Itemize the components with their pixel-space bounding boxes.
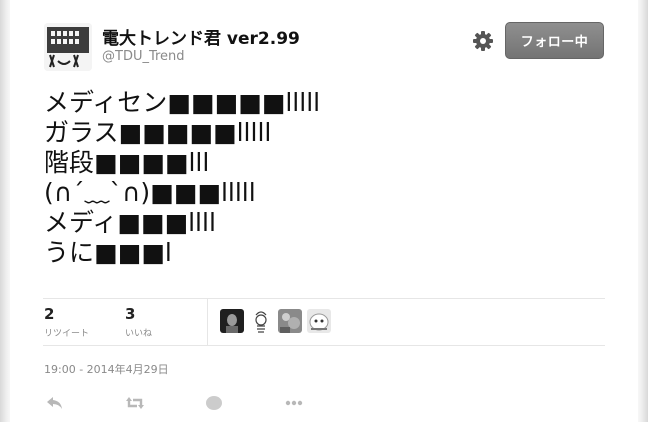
liker-avatar[interactable] xyxy=(220,309,244,333)
liker-avatar[interactable] xyxy=(278,309,302,333)
liker-avatar[interactable] xyxy=(307,309,331,333)
like-stat[interactable]: 3 いいね xyxy=(125,305,152,339)
window-frame-right xyxy=(638,0,648,422)
like-count: 3 xyxy=(125,305,136,323)
reply-icon[interactable] xyxy=(44,392,66,414)
like-icon[interactable] xyxy=(203,392,225,414)
retweet-icon[interactable] xyxy=(124,392,146,414)
retweet-label: リツイート xyxy=(44,329,90,339)
following-button[interactable]: フォロー中 xyxy=(505,22,604,59)
avatar[interactable] xyxy=(44,23,92,71)
more-icon[interactable] xyxy=(283,392,305,414)
tweet-line: メディセン■■■■■lllll xyxy=(44,88,321,117)
tweet-line: 階段■■■■lll xyxy=(44,148,210,177)
tweet-line: メディ■■■llll xyxy=(44,208,216,237)
settings-gear-icon[interactable] xyxy=(471,29,495,53)
user-handle[interactable]: @TDU_Trend xyxy=(102,49,185,64)
liker-avatar[interactable] xyxy=(249,309,273,333)
window-frame-left xyxy=(0,0,10,422)
tweet-text: メディセン■■■■■lllll ガラス■■■■■lllll 階段■■■■lll … xyxy=(44,88,320,268)
tweet-line: ガラス■■■■■lllll xyxy=(44,118,272,147)
tweet-line: (∩´﹏`∩)■■■lllll xyxy=(44,178,256,207)
stats-divider xyxy=(207,299,208,346)
tweet-stats: 2 リツイート 3 いいね xyxy=(43,298,605,346)
like-label: いいね xyxy=(125,329,153,339)
retweet-stat[interactable]: 2 リツイート xyxy=(44,305,89,339)
tweet-actions xyxy=(43,392,343,414)
tweet-timestamp[interactable]: 19:00 - 2014年4月29日 xyxy=(44,361,169,377)
retweet-count: 2 xyxy=(44,305,55,323)
tweet-card: 電大トレンド君 ver2.99 @TDU_Trend フォロー中 メディセン■■… xyxy=(43,0,605,422)
liker-avatars xyxy=(220,309,331,333)
user-display-name[interactable]: 電大トレンド君 ver2.99 xyxy=(102,24,300,49)
tweet-line: うに■■■l xyxy=(44,238,172,267)
